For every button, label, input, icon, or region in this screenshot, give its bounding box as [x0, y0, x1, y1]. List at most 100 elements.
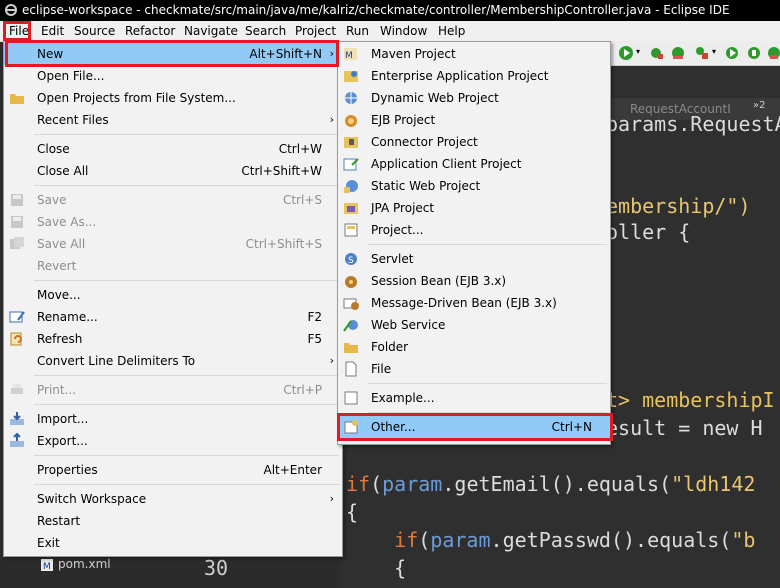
code-line: esult = new H — [606, 416, 763, 440]
menu-item-label: EJB Project — [371, 113, 436, 127]
new-example[interactable]: Example... — [338, 387, 610, 409]
menu-item-accelerator: Ctrl+P — [283, 383, 322, 397]
file-menu-exit[interactable]: Exit — [4, 532, 342, 554]
menu-item-label: Rename... — [37, 310, 98, 324]
file-menu-switch-workspace[interactable]: Switch Workspace › — [4, 488, 342, 510]
new-servlet[interactable]: S Servlet — [338, 248, 610, 270]
new-jpa-project[interactable]: JPA Project — [338, 197, 610, 219]
coverage-icon[interactable] — [766, 45, 780, 61]
new-application-client-project[interactable]: Application Client Project — [338, 153, 610, 175]
menu-item-label: Refresh — [37, 332, 83, 346]
file-menu-restart[interactable]: Restart — [4, 510, 342, 532]
file-menu-save-as: Save As... — [4, 211, 342, 233]
file-menu-close-all[interactable]: Close All Ctrl+Shift+W — [4, 160, 342, 182]
file-menu-open-file[interactable]: Open File... — [4, 65, 342, 87]
menu-help[interactable]: Help — [434, 21, 469, 41]
menu-item-label: Folder — [371, 340, 409, 354]
new-session-bean[interactable]: Session Bean (EJB 3.x) — [338, 270, 610, 292]
file-menu-move[interactable]: Move... — [4, 284, 342, 306]
menu-item-label: Save As... — [37, 215, 97, 229]
menu-item-label: Export... — [37, 434, 88, 448]
menu-item-accelerator: Alt+Enter — [263, 463, 322, 477]
menu-run[interactable]: Run — [342, 21, 373, 41]
example-icon — [344, 391, 358, 405]
menu-item-label: Example... — [371, 391, 435, 405]
svg-text:S: S — [348, 256, 354, 266]
new-connector-project[interactable]: Connector Project — [338, 131, 610, 153]
print-icon — [11, 384, 23, 394]
menu-item-label: Open File... — [37, 69, 105, 83]
import-icon — [10, 412, 24, 425]
run-icon[interactable] — [618, 45, 634, 61]
web-project-icon — [345, 92, 357, 104]
menu-item-label: Properties — [37, 463, 98, 477]
menu-item-label: JPA Project — [371, 201, 435, 215]
menu-separator — [34, 375, 339, 376]
save-as-icon — [11, 216, 23, 228]
file-menu-properties[interactable]: Properties Alt+Enter — [4, 459, 342, 481]
menu-item-label: Open Projects from File System... — [37, 91, 236, 105]
menu-separator — [368, 244, 607, 245]
menu-item-label: Maven Project — [371, 47, 456, 61]
menu-item-label: Close — [37, 142, 70, 156]
annotation-box-new — [5, 40, 339, 67]
menu-search[interactable]: Search — [241, 21, 290, 41]
file-menu-convert-line-delimiters[interactable]: Convert Line Delimiters To › — [4, 350, 342, 372]
new-message-driven-bean[interactable]: Message-Driven Bean (EJB 3.x) — [338, 292, 610, 314]
file-menu-open-projects[interactable]: Open Projects from File System... — [4, 87, 342, 109]
tree-item-pom[interactable]: Mpom.xml — [40, 557, 111, 572]
menu-edit[interactable]: Edit — [37, 21, 68, 41]
build-icon[interactable] — [724, 45, 740, 61]
servlet-icon: S — [345, 253, 357, 266]
external-tools-icon[interactable] — [694, 45, 710, 61]
annotation-box-file-menu — [3, 21, 31, 41]
new-project[interactable]: Project... — [338, 219, 610, 241]
submenu-arrow-icon: › — [329, 354, 334, 367]
menu-separator — [34, 484, 339, 485]
menu-window[interactable]: Window — [376, 21, 431, 41]
menu-item-label: Dynamic Web Project — [371, 91, 499, 105]
new-dynamic-web-project[interactable]: Dynamic Web Project — [338, 87, 610, 109]
new-maven-project[interactable]: M Maven Project — [338, 43, 610, 65]
file-menu-refresh[interactable]: Refresh F5 — [4, 328, 342, 350]
file-menu: New Alt+Shift+N › Open File... Open Proj… — [3, 41, 343, 557]
code-line: { — [346, 500, 359, 524]
save-all-icon — [10, 237, 24, 249]
debug-run-icon[interactable] — [648, 45, 664, 61]
file-menu-recent-files[interactable]: Recent Files › — [4, 109, 342, 131]
menu-item-label: Web Service — [371, 318, 446, 332]
connector-project-icon — [344, 137, 358, 148]
file-menu-close[interactable]: Close Ctrl+W — [4, 138, 342, 160]
tab-overflow-indicator[interactable]: »2 — [753, 100, 765, 111]
run-dropdown-icon[interactable]: ▾ — [636, 47, 640, 56]
menu-navigate[interactable]: Navigate — [180, 21, 242, 41]
profile-icon[interactable] — [670, 45, 686, 61]
menu-refactor[interactable]: Refactor — [121, 21, 179, 41]
tools-dropdown-icon[interactable]: ▾ — [712, 47, 716, 56]
svg-text:M: M — [345, 51, 353, 61]
maven-file-icon: M — [41, 558, 53, 572]
file-menu-save: Save Ctrl+S — [4, 189, 342, 211]
new-static-web-project[interactable]: Static Web Project — [338, 175, 610, 197]
menu-bar: File Edit Source Refactor Navigate Searc… — [0, 21, 780, 42]
maven-project-icon: M — [344, 48, 357, 61]
file-menu-import[interactable]: Import... — [4, 408, 342, 430]
menu-item-label: Import... — [37, 412, 89, 426]
new-ejb-project[interactable]: EJB Project — [338, 109, 610, 131]
new-file[interactable]: File — [338, 358, 610, 380]
menu-source[interactable]: Source — [70, 21, 119, 41]
file-menu-export[interactable]: Export... — [4, 430, 342, 452]
new-folder[interactable]: Folder — [338, 336, 610, 358]
server-icon[interactable] — [746, 45, 762, 61]
svg-text:M: M — [43, 562, 51, 572]
menu-project[interactable]: Project — [291, 21, 340, 41]
menu-item-label: Static Web Project — [371, 179, 481, 193]
new-enterprise-application-project[interactable]: Enterprise Application Project — [338, 65, 610, 87]
submenu-arrow-icon: › — [329, 113, 334, 126]
new-web-service[interactable]: Web Service — [338, 314, 610, 336]
code-line: embership/") — [606, 194, 751, 218]
menu-item-label: Exit — [37, 536, 60, 550]
code-line: params.RequestA — [606, 112, 780, 136]
open-folder-icon — [10, 94, 24, 104]
file-menu-rename[interactable]: Rename... F2 — [4, 306, 342, 328]
